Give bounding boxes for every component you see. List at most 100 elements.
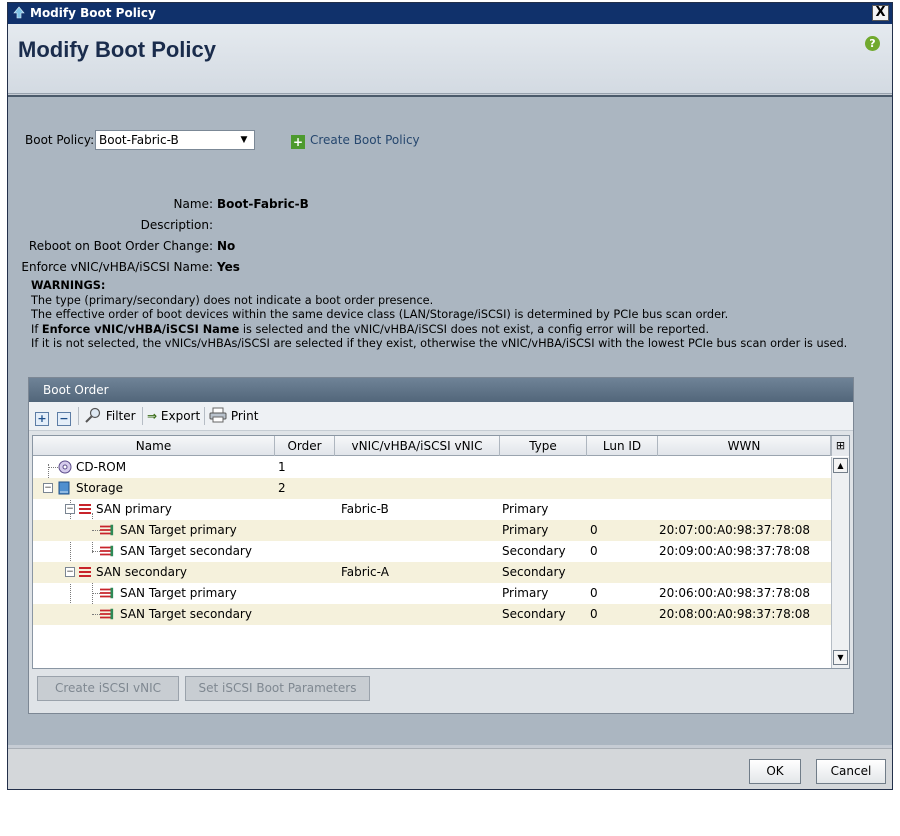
row-wwn: 20:09:00:A0:98:37:78:08 [659,544,811,558]
row-name: SAN secondary [96,565,188,579]
collapse-icon[interactable]: − [65,567,75,577]
boot-order-panel: Boot Order + − Filter ⇒ Export Print Nam… [28,377,854,714]
property-value: Yes [217,260,240,274]
column-header-wwn[interactable]: WWN [658,436,831,456]
set-iscsi-boot-parameters-button[interactable]: Set iSCSI Boot Parameters [185,676,370,701]
create-boot-policy-link[interactable]: + Create Boot Policy [291,130,420,150]
plus-icon: + [291,135,305,149]
export-label: Export [160,409,201,423]
boot-order-title: Boot Order [29,378,853,402]
scroll-down-icon[interactable]: ▼ [833,650,848,665]
table-row[interactable]: SAN Target secondary Secondary 0 20:09:0… [33,541,831,562]
filter-label: Filter [105,409,136,423]
window-title: Modify Boot Policy [30,6,156,20]
toolbar-divider [78,407,79,425]
collapse-all-button[interactable]: − [57,407,71,426]
warning-line: If Enforce vNIC/vHBA/iSCSI Name is selec… [31,323,889,338]
tree-connector [48,467,58,468]
table-row[interactable]: − SAN primary Fabric-B Primary [33,499,831,520]
expand-all-button[interactable]: + [35,407,49,426]
row-name: CD-ROM [76,460,127,474]
collapse-icon[interactable]: − [43,483,53,493]
boot-policy-selected: Boot-Fabric-B [99,133,179,147]
table-row[interactable]: − SAN secondary Fabric-A Secondary [33,562,831,583]
chevron-down-icon[interactable]: ▼ [237,133,251,147]
row-type: Secondary [502,544,566,558]
printer-icon [209,407,227,423]
row-name: SAN Target primary [120,586,237,600]
table-row[interactable]: CD-ROM 1 [33,457,831,478]
boot-order-table: Name Order vNIC/vHBA/iSCSI vNIC Type Lun… [32,435,850,669]
toolbar-divider [142,407,143,425]
warning-bold-text: Enforce vNIC/vHBA/iSCSI Name [41,322,240,336]
scroll-up-icon[interactable]: ▲ [833,458,848,473]
row-lun-id: 0 [590,607,598,621]
close-button[interactable]: X [872,5,889,21]
row-name: SAN Target secondary [120,544,252,558]
page-title: Modify Boot Policy [18,37,216,62]
san-target-icon [100,608,114,620]
row-lun-id: 0 [590,586,598,600]
row-order: 1 [278,460,286,474]
table-header: Name Order vNIC/vHBA/iSCSI vNIC Type Lun… [33,436,849,456]
help-icon[interactable]: ? [865,36,880,51]
property-value: Boot-Fabric-B [217,197,309,211]
warning-line: The type (primary/secondary) does not in… [31,293,434,307]
warning-line: The effective order of boot devices with… [31,308,729,322]
column-header-vnic[interactable]: vNIC/vHBA/iSCSI vNIC [335,436,500,456]
cancel-button[interactable]: Cancel [816,759,886,784]
toolbar-divider [204,407,205,425]
storage-icon [58,481,70,495]
property-label: Reboot on Boot Order Change: [28,239,213,253]
row-wwn: 20:06:00:A0:98:37:78:08 [659,586,811,600]
warnings-title: WARNINGS: [31,279,106,292]
dialog-content: Boot Policy: Boot-Fabric-B ▼ + Create Boo… [8,95,892,745]
table-row[interactable]: SAN Target primary Primary 0 20:06:00:A0… [33,583,831,604]
property-row: Description: [8,218,213,236]
san-target-icon [100,524,114,536]
table-row[interactable]: − Storage 2 [33,478,831,499]
collapse-icon[interactable]: − [65,504,75,514]
warning-text: If [31,322,42,336]
column-header-order[interactable]: Order [275,436,335,456]
san-target-icon [100,587,114,599]
print-label: Print [230,409,259,423]
warnings-block: WARNINGS: The type (primary/secondary) d… [31,279,889,352]
column-header-name[interactable]: Name [33,436,275,456]
tree-connector [92,530,100,531]
export-button[interactable]: ⇒ Export [147,407,200,425]
filter-button[interactable]: Filter [84,407,136,425]
row-order: 2 [278,481,286,495]
boot-policy-select[interactable]: Boot-Fabric-B ▼ [95,130,255,150]
row-type: Primary [502,523,549,537]
row-name: SAN Target secondary [120,607,252,621]
row-name: Storage [76,481,123,495]
san-icon [79,567,91,577]
property-label: Name: [173,197,213,211]
table-row[interactable]: SAN Target primary Primary 0 20:07:00:A0… [33,520,831,541]
column-chooser-icon[interactable]: ⊞ [831,436,849,456]
column-header-lun-id[interactable]: Lun ID [587,436,658,456]
row-wwn: 20:08:00:A0:98:37:78:08 [659,607,811,621]
property-value-row [213,218,513,236]
vertical-scrollbar[interactable]: ▲ ▼ [831,457,849,668]
property-value-row: No [213,239,513,257]
row-lun-id: 0 [590,544,598,558]
ok-button[interactable]: OK [749,759,801,784]
boot-order-toolbar: + − Filter ⇒ Export Print [29,402,853,431]
san-target-icon [100,545,114,557]
dialog-footer: OK Cancel [8,748,892,789]
print-button[interactable]: Print [209,407,258,425]
warning-line: If it is not selected, the vNICs/vHBAs/i… [31,337,848,351]
row-type: Secondary [502,565,566,579]
row-vnic: Fabric-B [341,502,389,516]
row-name: SAN Target primary [120,523,237,537]
filter-icon [85,407,101,423]
property-label: Description: [140,218,213,232]
table-row[interactable]: SAN Target secondary Secondary 0 20:08:0… [33,604,831,625]
row-type: Secondary [502,607,566,621]
column-header-type[interactable]: Type [500,436,587,456]
create-iscsi-vnic-button[interactable]: Create iSCSI vNIC [37,676,179,701]
tree-connector [92,551,100,552]
property-value-row: Boot-Fabric-B [213,197,513,215]
